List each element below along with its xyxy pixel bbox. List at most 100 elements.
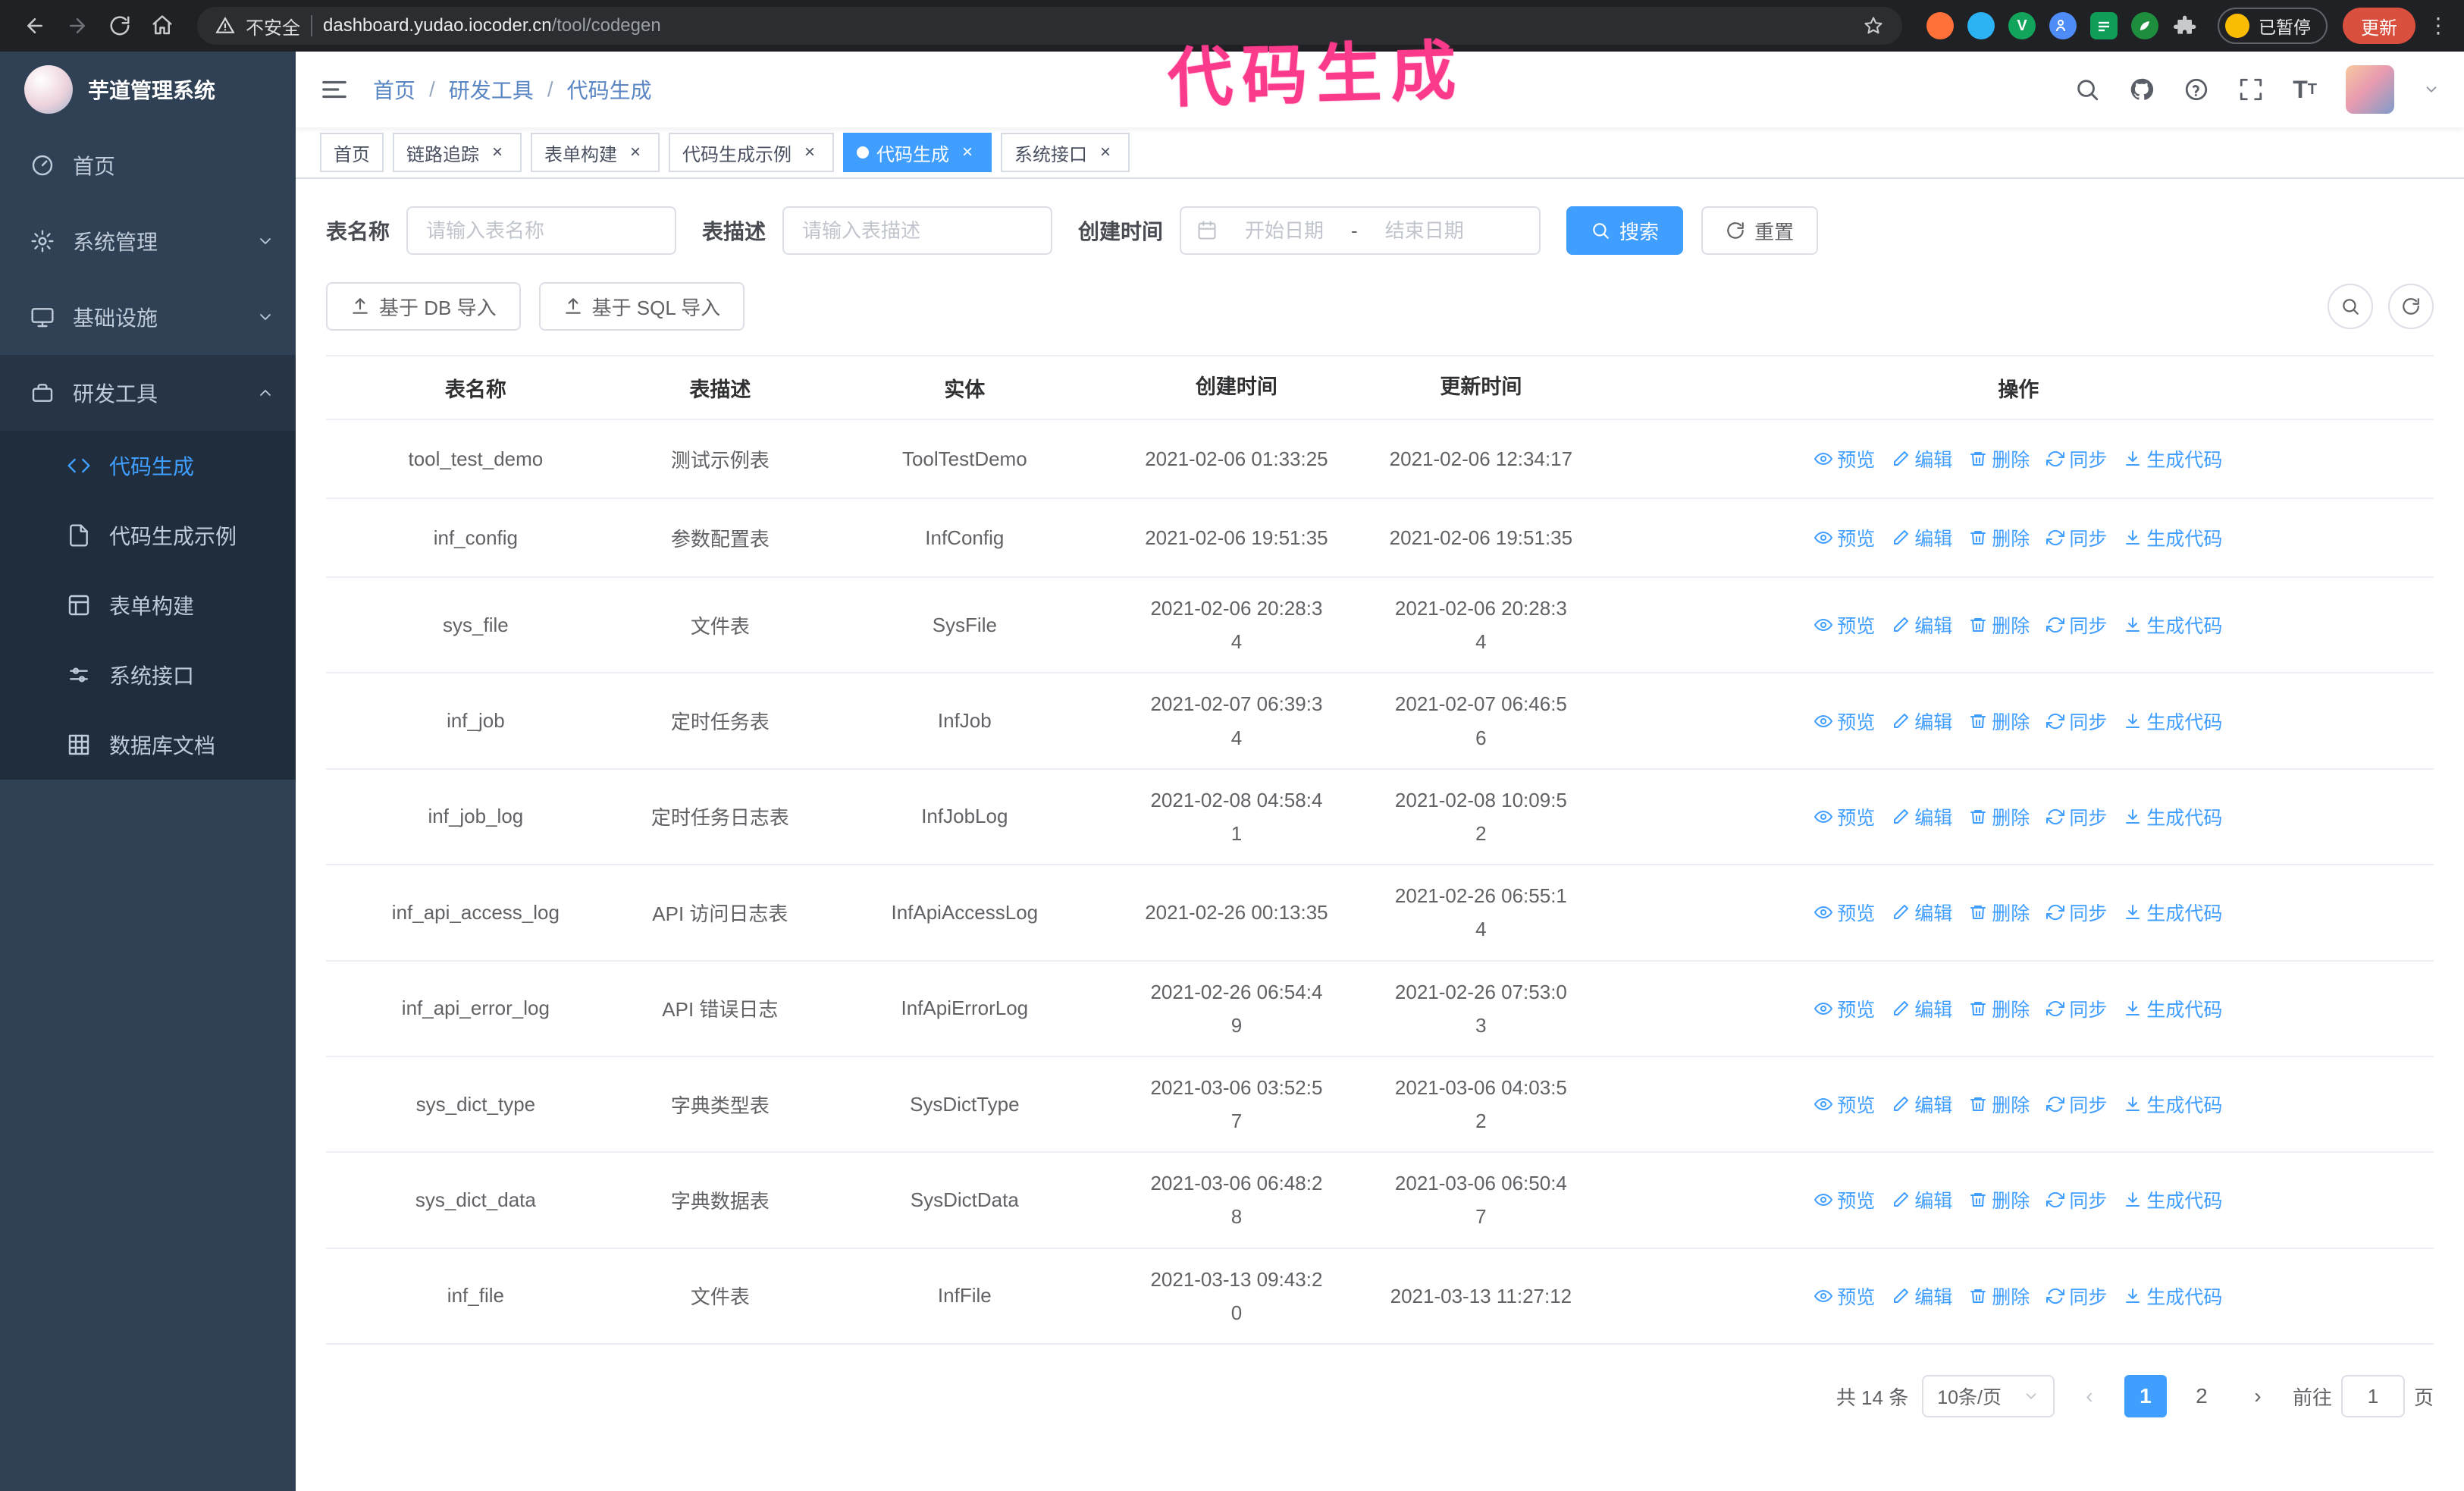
edit-link[interactable]: 编辑 [1892, 1186, 1952, 1213]
page-button-2[interactable]: 2 [2180, 1375, 2223, 1417]
users-ext-icon[interactable] [2049, 12, 2077, 39]
user-avatar[interactable] [2346, 65, 2394, 114]
tab-home[interactable]: 首页 [320, 133, 384, 172]
date-start-input[interactable] [1227, 218, 1343, 243]
edit-link[interactable]: 编辑 [1892, 445, 1952, 472]
delete-link[interactable]: 删除 [1969, 611, 2030, 639]
import-sql-button[interactable]: 基于 SQL 导入 [538, 282, 745, 331]
edit-link[interactable]: 编辑 [1892, 708, 1952, 735]
preview-link[interactable]: 预览 [1814, 611, 1875, 639]
profile-paused-badge[interactable]: 已暂停 [2218, 8, 2328, 44]
edit-link[interactable]: 编辑 [1892, 899, 1952, 926]
delete-link[interactable]: 删除 [1969, 995, 2030, 1022]
caret-down-icon[interactable] [2423, 81, 2440, 98]
edit-link[interactable]: 编辑 [1892, 1282, 1952, 1310]
bookmark-star-icon[interactable] [1863, 15, 1884, 36]
table-desc-input[interactable] [782, 206, 1053, 255]
sync-link[interactable]: 同步 [2046, 445, 2107, 472]
leaf-ext-icon[interactable] [2131, 12, 2158, 39]
tab-system-api[interactable]: 系统接口 × [1001, 133, 1130, 172]
sync-link[interactable]: 同步 [2046, 899, 2107, 926]
edit-link[interactable]: 编辑 [1892, 1091, 1952, 1118]
sidebar-item-dev-tools[interactable]: 研发工具 [0, 355, 296, 431]
generate-code-link[interactable]: 生成代码 [2124, 708, 2222, 735]
edit-link[interactable]: 编辑 [1892, 524, 1952, 551]
generate-code-link[interactable]: 生成代码 [2124, 1186, 2222, 1213]
edit-link[interactable]: 编辑 [1892, 803, 1952, 830]
delete-link[interactable]: 删除 [1969, 803, 2030, 830]
font-size-icon[interactable]: TT [2293, 77, 2317, 102]
puzzle-ext-icon[interactable] [2172, 12, 2199, 39]
fox-ext-icon[interactable] [1926, 12, 1954, 39]
tab-form-builder[interactable]: 表单构建 × [531, 133, 660, 172]
github-icon[interactable] [2129, 77, 2155, 102]
generate-code-link[interactable]: 生成代码 [2124, 803, 2222, 830]
sidebar-item-db-docs[interactable]: 数据库文档 [0, 710, 296, 780]
refresh-table-button[interactable] [2388, 284, 2434, 329]
forward-icon[interactable] [58, 6, 97, 46]
delete-link[interactable]: 删除 [1969, 899, 2030, 926]
preview-link[interactable]: 预览 [1814, 708, 1875, 735]
preview-link[interactable]: 预览 [1814, 803, 1875, 830]
preview-link[interactable]: 预览 [1814, 1091, 1875, 1118]
breadcrumb-home[interactable]: 首页 [373, 74, 415, 105]
close-icon[interactable]: × [799, 142, 820, 163]
goto-page-input[interactable] [2340, 1375, 2405, 1417]
delete-link[interactable]: 删除 [1969, 1091, 2030, 1118]
sidebar-item-system-management[interactable]: 系统管理 [0, 203, 296, 279]
drop-ext-icon[interactable] [1967, 12, 1995, 39]
delete-link[interactable]: 删除 [1969, 708, 2030, 735]
tab-tracing[interactable]: 链路追踪 × [393, 133, 522, 172]
close-icon[interactable]: × [487, 142, 508, 163]
delete-link[interactable]: 删除 [1969, 524, 2030, 551]
preview-link[interactable]: 预览 [1814, 899, 1875, 926]
close-icon[interactable]: × [625, 142, 646, 163]
chrome-update-button[interactable]: 更新 [2343, 8, 2415, 44]
sidebar-item-form-builder[interactable]: 表单构建 [0, 570, 296, 640]
prev-page-button[interactable]: ‹ [2067, 1375, 2111, 1417]
preview-link[interactable]: 预览 [1814, 445, 1875, 472]
reset-button[interactable]: 重置 [1701, 206, 1819, 255]
edit-link[interactable]: 编辑 [1892, 611, 1952, 639]
sidebar-item-infrastructure[interactable]: 基础设施 [0, 279, 296, 355]
generate-code-link[interactable]: 生成代码 [2124, 611, 2222, 639]
fullscreen-icon[interactable] [2238, 77, 2264, 102]
generate-code-link[interactable]: 生成代码 [2124, 1091, 2222, 1118]
help-icon[interactable] [2183, 77, 2209, 102]
preview-link[interactable]: 预览 [1814, 1282, 1875, 1310]
preview-link[interactable]: 预览 [1814, 524, 1875, 551]
address-bar[interactable]: 不安全 dashboard.yudao.iocoder.cn/tool/code… [197, 7, 1902, 45]
app-logo[interactable]: 芋道管理系统 [0, 52, 296, 127]
preview-link[interactable]: 预览 [1814, 995, 1875, 1022]
reload-icon[interactable] [100, 6, 140, 46]
sync-link[interactable]: 同步 [2046, 1186, 2107, 1213]
back-icon[interactable] [15, 6, 55, 46]
sync-link[interactable]: 同步 [2046, 995, 2107, 1022]
table-name-input[interactable] [406, 206, 677, 255]
search-icon[interactable] [2074, 77, 2100, 102]
import-db-button[interactable]: 基于 DB 导入 [326, 282, 521, 331]
sync-link[interactable]: 同步 [2046, 524, 2107, 551]
preview-link[interactable]: 预览 [1814, 1186, 1875, 1213]
breadcrumb-dev-tools[interactable]: 研发工具 [449, 74, 534, 105]
sidebar-item-system-api[interactable]: 系统接口 [0, 640, 296, 710]
delete-link[interactable]: 删除 [1969, 1186, 2030, 1213]
close-icon[interactable]: × [957, 142, 978, 163]
sync-link[interactable]: 同步 [2046, 803, 2107, 830]
delete-link[interactable]: 删除 [1969, 1282, 2030, 1310]
sync-link[interactable]: 同步 [2046, 611, 2107, 639]
page-size-select[interactable]: 10条/页 [1922, 1375, 2055, 1417]
search-toggle-button[interactable] [2328, 284, 2373, 329]
generate-code-link[interactable]: 生成代码 [2124, 524, 2222, 551]
generate-code-link[interactable]: 生成代码 [2124, 445, 2222, 472]
home-icon[interactable] [143, 6, 182, 46]
page-button-1[interactable]: 1 [2124, 1375, 2167, 1417]
bars-ext-icon[interactable] [2090, 12, 2118, 39]
edit-link[interactable]: 编辑 [1892, 995, 1952, 1022]
kebab-menu-icon[interactable]: ⋮ [2428, 15, 2449, 36]
sync-link[interactable]: 同步 [2046, 708, 2107, 735]
sync-link[interactable]: 同步 [2046, 1282, 2107, 1310]
tab-codegen[interactable]: 代码生成 × [843, 133, 992, 172]
sidebar-item-code-generation[interactable]: 代码生成 [0, 431, 296, 501]
search-button[interactable]: 搜索 [1566, 206, 1684, 255]
